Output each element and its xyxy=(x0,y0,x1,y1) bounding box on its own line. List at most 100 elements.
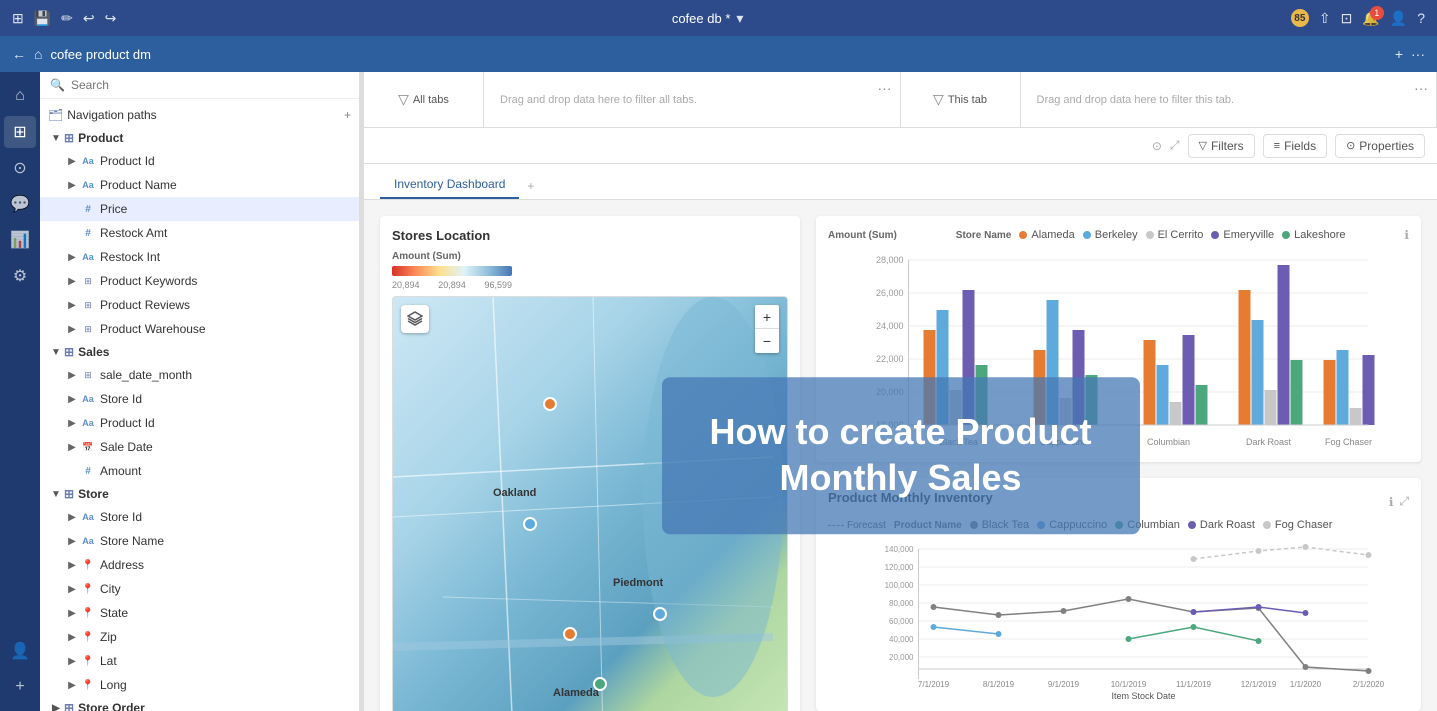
sales-folder[interactable]: ▼ ⊞ Sales xyxy=(40,341,359,363)
sales-product-id-item[interactable]: ▶ Aa Product Id xyxy=(40,411,359,435)
map-layer-button[interactable] xyxy=(401,305,429,333)
product-keywords-item[interactable]: ▶ ⊞ Product Keywords xyxy=(40,269,359,293)
legend-alameda-label: Alameda xyxy=(1031,229,1074,241)
store-folder[interactable]: ▼ ⊞ Store xyxy=(40,483,359,505)
address-item[interactable]: ▶ 📍 Address xyxy=(40,553,359,577)
product-warehouse-item[interactable]: ▶ ⊞ Product Warehouse xyxy=(40,317,359,341)
filters-button[interactable]: ▽ Filters xyxy=(1188,134,1255,158)
help-icon[interactable]: ? xyxy=(1417,10,1425,26)
tab-inventory-dashboard[interactable]: Inventory Dashboard xyxy=(380,171,519,199)
screen-icon[interactable]: ⊡ xyxy=(1341,10,1353,27)
line-legend-black-tea: Black Tea xyxy=(970,519,1030,531)
user-icon[interactable]: 👤 xyxy=(1390,10,1407,27)
product-folder-label: Product xyxy=(78,131,123,145)
zip-item[interactable]: ▶ 📍 Zip xyxy=(40,625,359,649)
heatmap-min: 20,894 xyxy=(392,280,420,290)
product-folder[interactable]: ▼ ⊞ Product xyxy=(40,127,359,149)
undo-icon[interactable]: ↩ xyxy=(83,10,95,27)
store-order-folder-label: Store Order xyxy=(78,701,145,711)
lat-item[interactable]: ▶ 📍 Lat xyxy=(40,649,359,673)
sale-date-month-item[interactable]: ▶ ⊞ sale_date_month xyxy=(40,363,359,387)
expand-icon: ▶ xyxy=(64,581,80,597)
zoom-in-button[interactable]: + xyxy=(755,305,779,329)
redo-icon[interactable]: ↪ xyxy=(105,10,117,27)
rail-user-icon[interactable]: 👤 xyxy=(4,635,36,667)
sales-store-id-label: Store Id xyxy=(100,392,351,406)
store-order-folder[interactable]: ▶ ⊞ Store Order xyxy=(40,697,359,711)
rail-settings-icon[interactable]: ⚙ xyxy=(4,260,36,292)
expand-icon: ▶ xyxy=(64,557,80,573)
line-expand-icon[interactable]: ⤢ xyxy=(1399,494,1409,509)
sale-date-item[interactable]: ▶ 📅 Sale Date xyxy=(40,435,359,459)
product-name-item[interactable]: ▶ Aa Product Name xyxy=(40,173,359,197)
fields-button[interactable]: ≡ Fields xyxy=(1263,134,1327,158)
chevron-down-icon[interactable]: ▾ xyxy=(736,10,743,27)
long-item[interactable]: ▶ 📍 Long xyxy=(40,673,359,697)
restock-amt-item[interactable]: # Restock Amt xyxy=(40,221,359,245)
table-icon: ⊞ xyxy=(80,321,96,337)
stores-location-card: Stores Location Amount (Sum) 20,894 20,8… xyxy=(380,216,800,711)
save-icon[interactable]: 💾 xyxy=(34,10,51,27)
more-options-icon[interactable]: ··· xyxy=(1411,46,1425,62)
expand-icon: ▶ xyxy=(64,297,80,313)
svg-text:22,000: 22,000 xyxy=(876,354,904,364)
icon-rail: ⌂ ⊞ ⊙ 💬 📊 ⚙ 👤 + xyxy=(0,72,40,711)
topbar-title: cofee db * ▾ xyxy=(132,10,1282,27)
search-input[interactable] xyxy=(71,78,349,92)
nav-add-icon[interactable]: + xyxy=(344,108,351,122)
bar-chart-area: 28,000 26,000 24,000 22,000 20,000 18,00… xyxy=(828,250,1409,450)
this-tab-more-icon[interactable]: ··· xyxy=(1414,80,1428,96)
location-icon: 📍 xyxy=(80,653,96,669)
nav-paths-label: Navigation paths xyxy=(67,108,344,122)
user-count-badge: 85 xyxy=(1291,9,1309,27)
heatmap-max: 96,599 xyxy=(484,280,512,290)
edit-icon[interactable]: ✏ xyxy=(61,10,73,27)
line-legend-columbian: Columbian xyxy=(1115,519,1180,531)
fields-label: Fields xyxy=(1284,139,1316,153)
legend-lakeshore-label: Lakeshore xyxy=(1294,229,1345,241)
bell-notification[interactable]: 🔔 1 xyxy=(1362,10,1379,27)
share-icon[interactable]: ⇧ xyxy=(1319,10,1331,27)
properties-btn-icon: ⊙ xyxy=(1346,139,1355,152)
city-item[interactable]: ▶ 📍 City xyxy=(40,577,359,601)
all-tabs-drop[interactable]: Drag and drop data here to filter all ta… xyxy=(484,72,901,127)
zoom-out-button[interactable]: − xyxy=(755,329,779,353)
store-name-item[interactable]: ▶ Aa Store Name xyxy=(40,529,359,553)
product-reviews-item[interactable]: ▶ ⊞ Product Reviews xyxy=(40,293,359,317)
rail-data-icon[interactable]: ⊞ xyxy=(4,116,36,148)
properties-button[interactable]: ⊙ Properties xyxy=(1335,134,1425,158)
rail-home-icon[interactable]: ⌂ xyxy=(4,80,36,112)
charts-grid: Stores Location Amount (Sum) 20,894 20,8… xyxy=(380,216,1421,711)
svg-text:9/1/2019: 9/1/2019 xyxy=(1048,680,1080,689)
alameda-label: Alameda xyxy=(553,687,599,699)
info-icon: ℹ xyxy=(1404,228,1409,242)
expand-icon: ▶ xyxy=(64,653,80,669)
legend-alameda: Alameda xyxy=(1019,229,1074,241)
add-tab-icon[interactable]: + xyxy=(1395,46,1403,62)
product-warehouse-label: Product Warehouse xyxy=(100,322,351,336)
state-item[interactable]: ▶ 📍 State xyxy=(40,601,359,625)
all-tabs-more-icon[interactable]: ··· xyxy=(878,80,892,96)
store-id-item[interactable]: ▶ Aa Store Id xyxy=(40,505,359,529)
rail-add-icon[interactable]: + xyxy=(4,671,36,703)
back-arrow-icon[interactable]: ← xyxy=(12,46,26,62)
legend-emeryville: Emeryville xyxy=(1211,229,1274,241)
price-item[interactable]: # Price ··· xyxy=(40,197,359,221)
grid-icon[interactable]: ⊞ xyxy=(12,10,24,27)
product-id-item[interactable]: ▶ Aa Product Id xyxy=(40,149,359,173)
restock-int-item[interactable]: ▶ Aa Restock Int xyxy=(40,245,359,269)
rail-chat-icon[interactable]: 💬 xyxy=(4,188,36,220)
properties-label: Properties xyxy=(1359,139,1414,153)
home-icon[interactable]: ⌂ xyxy=(34,46,42,62)
amount-label: Amount xyxy=(100,464,351,478)
add-tab-button[interactable]: + xyxy=(519,173,542,199)
tabs-bar: Inventory Dashboard + xyxy=(364,164,1437,200)
nav-paths-item[interactable]: 🗂 Navigation paths + xyxy=(40,103,359,127)
rail-chart-icon[interactable]: 📊 xyxy=(4,224,36,256)
this-tab-drop[interactable]: Drag and drop data here to filter this t… xyxy=(1021,72,1437,127)
expand-icon xyxy=(64,201,80,217)
store-collapse-icon: ▼ xyxy=(48,486,64,502)
sales-store-id-item[interactable]: ▶ Aa Store Id xyxy=(40,387,359,411)
rail-search-icon[interactable]: ⊙ xyxy=(4,152,36,184)
amount-item[interactable]: # Amount xyxy=(40,459,359,483)
